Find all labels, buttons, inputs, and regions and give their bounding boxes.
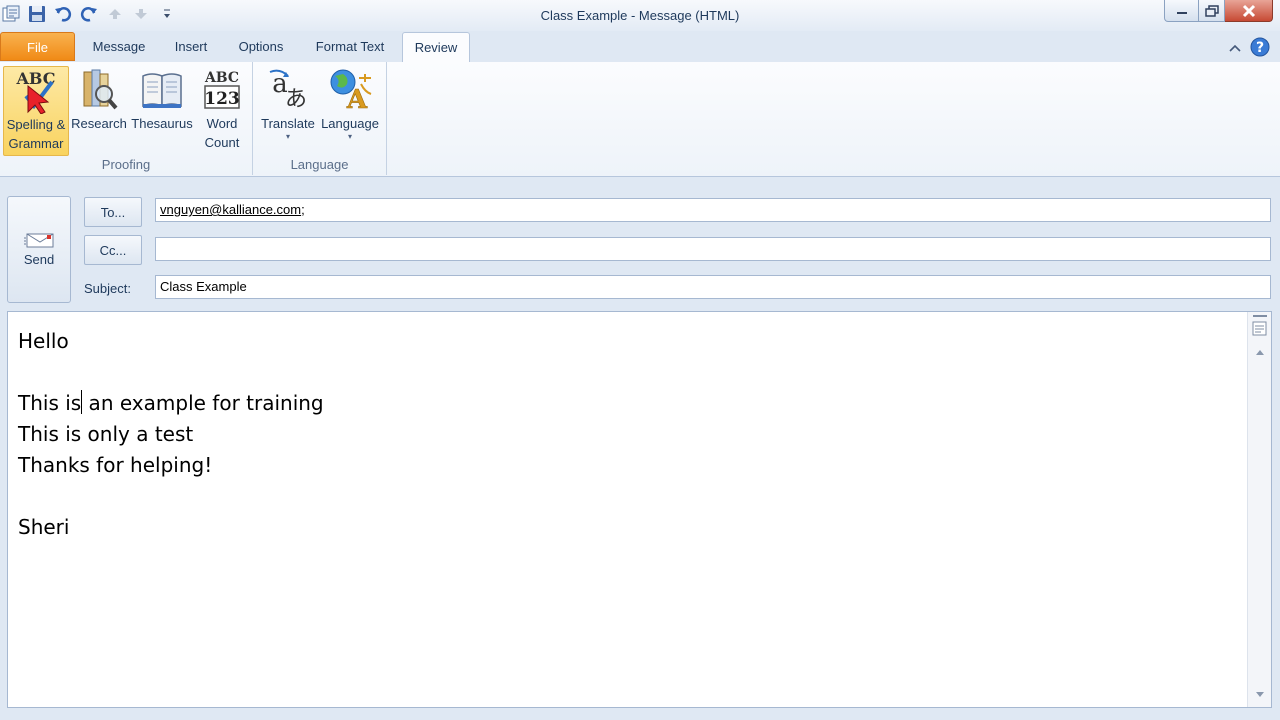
spelling-label-line1: Spelling & [6, 117, 66, 132]
ribbon-review: ABC Spelling & Grammar Research Thesauru… [0, 62, 1280, 177]
ribbon-right-controls: ? [1228, 37, 1270, 60]
window-controls [1164, 0, 1273, 22]
next-item-icon[interactable] [130, 3, 152, 25]
group-label-proofing: Proofing [101, 157, 151, 172]
ribbon-tabs: File Message Insert Options Format Text … [0, 31, 1280, 63]
window-title: Class Example - Message (HTML) [540, 8, 740, 23]
tab-review[interactable]: Review [402, 32, 470, 63]
send-label: Send [23, 252, 55, 267]
undo-icon[interactable] [52, 3, 74, 25]
svg-text:あ: あ [285, 87, 307, 112]
close-button[interactable] [1225, 0, 1273, 22]
quick-access-toolbar [0, 3, 178, 25]
vertical-scrollbar[interactable] [1247, 312, 1271, 707]
message-body-editor[interactable]: Hello This is an example for training Th… [7, 311, 1272, 708]
body-line-blank [18, 357, 1238, 388]
send-button[interactable]: Send [7, 196, 71, 303]
to-field[interactable]: vnguyen@kalliance.com; [155, 198, 1271, 222]
word-count-button[interactable]: ABC 123 Word Count [198, 66, 246, 152]
group-language: a あ Translate ▾ A Language ▾ Language [253, 62, 387, 175]
thesaurus-button[interactable]: Thesaurus [129, 66, 195, 133]
subject-label: Subject: [84, 281, 131, 296]
language-globe-icon: A [330, 69, 372, 112]
body-line-with-caret: This is an example for training [18, 388, 1238, 419]
cc-button[interactable]: Cc... [84, 235, 142, 265]
language-button[interactable]: A Language ▾ [320, 66, 380, 141]
tab-format-text[interactable]: Format Text [302, 32, 398, 61]
minimize-ribbon-icon[interactable] [1228, 41, 1242, 56]
scroll-down-icon[interactable] [1251, 686, 1268, 703]
translate-icon: a あ [269, 69, 307, 112]
send-envelope-icon [24, 233, 54, 248]
save-icon[interactable] [26, 3, 48, 25]
previous-item-icon[interactable] [104, 3, 126, 25]
message-header: Send To... vnguyen@kalliance.com; Cc... … [0, 177, 1280, 310]
to-recipient[interactable]: vnguyen@kalliance.com [160, 202, 301, 217]
split-handle[interactable] [1251, 313, 1268, 319]
customize-toolbar-icon[interactable] [156, 3, 178, 25]
word-count-label-line2: Count [204, 135, 240, 150]
minimize-button[interactable] [1164, 0, 1199, 22]
restore-icon [1204, 4, 1219, 17]
spelling-label-line2: Grammar [8, 136, 64, 151]
title-bar: Class Example - Message (HTML) [0, 0, 1280, 31]
translate-button[interactable]: a あ Translate ▾ [258, 66, 318, 141]
svg-text:123: 123 [204, 89, 240, 109]
to-button[interactable]: To... [84, 197, 142, 227]
tab-file[interactable]: File [0, 32, 75, 61]
translate-label: Translate [261, 116, 315, 131]
subject-field[interactable]: Class Example [155, 275, 1271, 299]
spelling-check-icon: ABC [16, 69, 55, 114]
word-count-label-line1: Word [206, 116, 238, 131]
svg-text:?: ? [1256, 40, 1264, 56]
body-line: This is only a test [18, 422, 194, 446]
body-line: Hello [18, 329, 69, 353]
body-line-blank [18, 481, 1238, 512]
outlook-app-icon[interactable] [0, 3, 22, 25]
close-icon [1242, 4, 1255, 17]
view-ruler-icon[interactable] [1251, 320, 1268, 337]
tab-message[interactable]: Message [80, 32, 158, 61]
cc-field[interactable] [155, 237, 1271, 261]
minimize-icon [1176, 11, 1187, 14]
help-icon[interactable]: ? [1250, 37, 1270, 60]
spelling-grammar-button[interactable]: ABC Spelling & Grammar [3, 66, 69, 156]
research-label: Research [71, 116, 127, 131]
translate-dropdown-icon: ▾ [285, 132, 290, 141]
word-count-icon: ABC 123 [204, 70, 240, 109]
tab-insert[interactable]: Insert [161, 32, 221, 61]
research-icon [83, 69, 118, 110]
group-proofing: ABC Spelling & Grammar Research Thesauru… [0, 62, 253, 175]
thesaurus-label: Thesaurus [131, 116, 193, 131]
status-bar [0, 708, 1280, 720]
maximize-button[interactable] [1199, 0, 1225, 22]
svg-text:ABC: ABC [204, 70, 239, 86]
body-line: Thanks for helping! [18, 453, 213, 477]
body-signature: Sheri [18, 515, 70, 539]
redo-icon[interactable] [78, 3, 100, 25]
body-text-after-caret: an example for training [82, 391, 324, 415]
to-separator: ; [301, 202, 305, 217]
body-text-before-caret: This is [18, 391, 82, 415]
research-button[interactable]: Research [71, 66, 127, 133]
language-label: Language [321, 116, 379, 131]
group-label-language: Language [290, 157, 349, 172]
thesaurus-icon [142, 73, 182, 108]
message-body-text[interactable]: Hello This is an example for training Th… [18, 326, 1238, 543]
tab-options[interactable]: Options [224, 32, 298, 61]
language-dropdown-icon: ▾ [347, 132, 352, 141]
scroll-up-icon[interactable] [1251, 343, 1268, 360]
